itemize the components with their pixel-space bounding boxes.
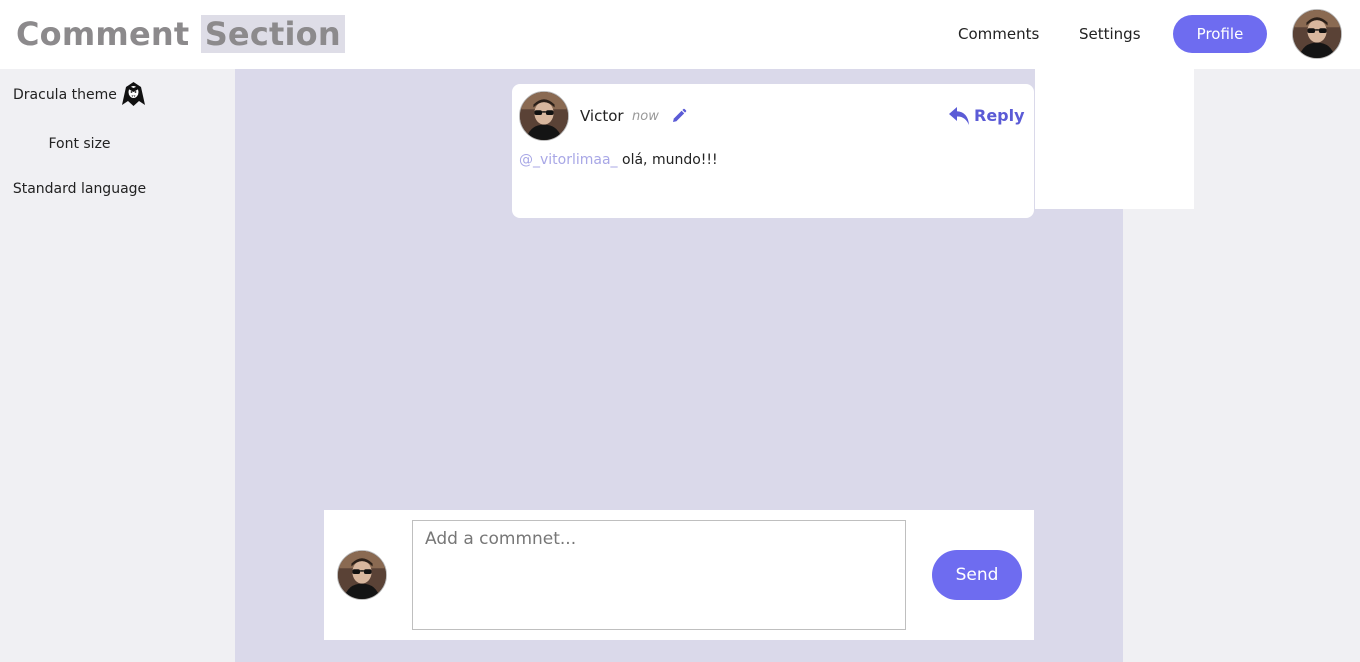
comment-timestamp: now <box>632 109 659 124</box>
font-size-option[interactable]: Font size <box>0 133 159 155</box>
composer-avatar <box>337 550 387 600</box>
nav-comments-link[interactable]: Comments <box>958 22 1039 46</box>
pencil-icon[interactable] <box>671 108 687 124</box>
header-avatar[interactable] <box>1292 9 1342 59</box>
comment-author-avatar <box>519 91 569 141</box>
dracula-theme-label: Dracula theme <box>13 87 117 103</box>
comment-author-name: Victor <box>580 107 624 125</box>
comment-mention[interactable]: @_vitorlimaa_ <box>519 152 618 168</box>
reply-arrow-icon <box>949 107 969 125</box>
settings-dropdown <box>1035 69 1194 209</box>
profile-button[interactable]: Profile <box>1173 15 1267 53</box>
comment-text: olá, mundo!!! <box>622 152 718 168</box>
avatar-image <box>338 551 386 599</box>
dracula-icon <box>122 82 145 106</box>
comment-body: @_vitorlimaa_ olá, mundo!!! <box>519 150 718 170</box>
avatar-image <box>520 92 568 140</box>
standard-language-option[interactable]: Standard language <box>0 178 159 200</box>
brand-word-section: Section <box>200 15 345 53</box>
comment-input[interactable] <box>412 520 906 630</box>
reply-button[interactable]: Reply <box>948 104 1025 128</box>
nav-settings-link[interactable]: Settings <box>1079 22 1141 46</box>
avatar-image <box>1293 10 1341 58</box>
brand-title: Comment Section <box>16 13 345 55</box>
send-button[interactable]: Send <box>932 550 1022 600</box>
brand-word-comment: Comment <box>16 15 190 53</box>
reply-label: Reply <box>974 106 1025 125</box>
